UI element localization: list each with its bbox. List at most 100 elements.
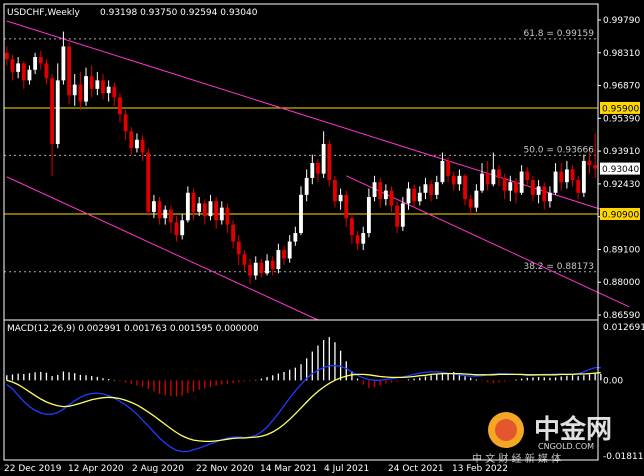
price-tick-label: 0.89100 — [603, 245, 640, 255]
candle-body — [485, 173, 490, 185]
candle-body — [185, 192, 190, 221]
price-tick-label: 0.93910 — [603, 147, 640, 157]
price-tick-label: 0.86590 — [603, 311, 640, 321]
x-tick-label: 24 Oct 2021 — [388, 464, 444, 474]
candle-body — [531, 180, 535, 195]
candle-body — [208, 201, 213, 217]
candle-body — [27, 69, 32, 81]
candle-body — [135, 139, 139, 149]
candle-body — [259, 262, 264, 274]
candle-body — [4, 52, 9, 60]
candle-body — [140, 139, 145, 153]
candle-body — [389, 190, 394, 206]
candle-body — [412, 188, 417, 202]
candle-body — [191, 192, 196, 212]
price-tick-label: 0.88000 — [603, 278, 640, 288]
candle-body — [287, 241, 292, 259]
candle-body — [123, 114, 128, 132]
candle-body — [299, 194, 303, 234]
candle-body — [468, 199, 473, 208]
candle-body — [395, 205, 400, 227]
candle-body — [372, 182, 377, 198]
candle-body — [417, 192, 422, 202]
candle-body — [33, 57, 38, 70]
candle-body — [180, 220, 185, 236]
candle-body — [553, 171, 558, 193]
x-tick-label: 12 Apr 2020 — [68, 464, 124, 474]
candle-body — [21, 63, 26, 81]
price-tick-label: 0.98310 — [603, 49, 640, 59]
candle-body — [355, 235, 360, 244]
candle-body — [242, 254, 247, 265]
candle-body — [400, 203, 405, 227]
candle-body — [174, 222, 179, 236]
candle-body — [383, 190, 388, 200]
candle-body — [570, 169, 575, 181]
candle-body — [349, 218, 354, 236]
x-tick-label: 13 Feb 2022 — [452, 464, 508, 474]
key-level-tag-label: 0.90900 — [602, 210, 639, 220]
candle-body — [474, 190, 479, 208]
fib-level-label: 61.8 = 0.99159 — [523, 29, 594, 39]
candle-body — [197, 203, 202, 212]
candle-body — [491, 169, 496, 185]
candle-body — [38, 57, 43, 64]
candle-body — [151, 201, 156, 212]
candle-body — [310, 163, 315, 178]
candle-body — [236, 241, 241, 255]
chart-background — [0, 0, 644, 476]
x-tick-label: 22 Dec 2019 — [4, 464, 62, 474]
candle-body — [112, 86, 117, 98]
candle-body — [344, 194, 349, 219]
candle-body — [10, 59, 15, 72]
candle-body — [231, 224, 236, 242]
price-tick-label: 0.99790 — [603, 16, 640, 26]
candle-body — [406, 188, 411, 204]
candle-body — [265, 260, 269, 274]
watermark-domain: CNGOLD.COM — [538, 442, 594, 451]
candle-body — [508, 182, 513, 191]
candle-body — [423, 184, 428, 193]
candle-body — [525, 171, 530, 181]
price-tick-label: 0.92430 — [603, 180, 640, 190]
candle-body — [429, 184, 434, 195]
candle-body — [327, 143, 332, 181]
candle-body — [95, 80, 100, 89]
candle-body — [542, 186, 547, 202]
candle-body — [202, 203, 207, 217]
candle-body — [78, 84, 83, 102]
candle-body — [559, 171, 564, 183]
candle-body — [293, 233, 298, 242]
candle-body — [129, 131, 134, 149]
candle-body — [163, 209, 168, 219]
candle-body — [16, 63, 21, 72]
candle-body — [463, 175, 467, 200]
candle-body — [157, 201, 162, 219]
candle-body — [118, 97, 122, 115]
candle-body — [304, 177, 309, 195]
candle-body — [316, 163, 320, 174]
candle-body — [497, 169, 501, 178]
macd-tick-label: -0.018118 — [603, 452, 644, 462]
candle-body — [519, 171, 524, 193]
ohlc-label: 0.93198 0.93750 0.92594 0.93040 — [100, 8, 258, 18]
candle-body — [225, 207, 230, 225]
candle-body — [587, 160, 592, 166]
candle-body — [270, 260, 275, 270]
candle-body — [168, 209, 173, 223]
candle-body — [253, 262, 258, 276]
candle-body — [276, 250, 281, 270]
watermark-name: 中金网 — [534, 414, 612, 445]
price-tick-label: 0.95390 — [603, 114, 640, 124]
key-level-tag-label: 0.95900 — [602, 104, 639, 114]
candle-body — [50, 78, 55, 144]
candle-body — [219, 207, 224, 221]
candle-body — [72, 84, 77, 96]
chart: 61.8 = 0.9915950.0 = 0.9366638.2 = 0.881… — [0, 0, 644, 476]
candle-body — [106, 86, 111, 94]
macd-tick-label: 0.00 — [603, 376, 623, 386]
x-tick-label: 2 Aug 2020 — [132, 464, 184, 474]
candle-body — [321, 143, 326, 174]
x-tick-label: 4 Jul 2021 — [324, 464, 369, 474]
fib-level-label: 50.0 = 0.93666 — [523, 145, 594, 155]
